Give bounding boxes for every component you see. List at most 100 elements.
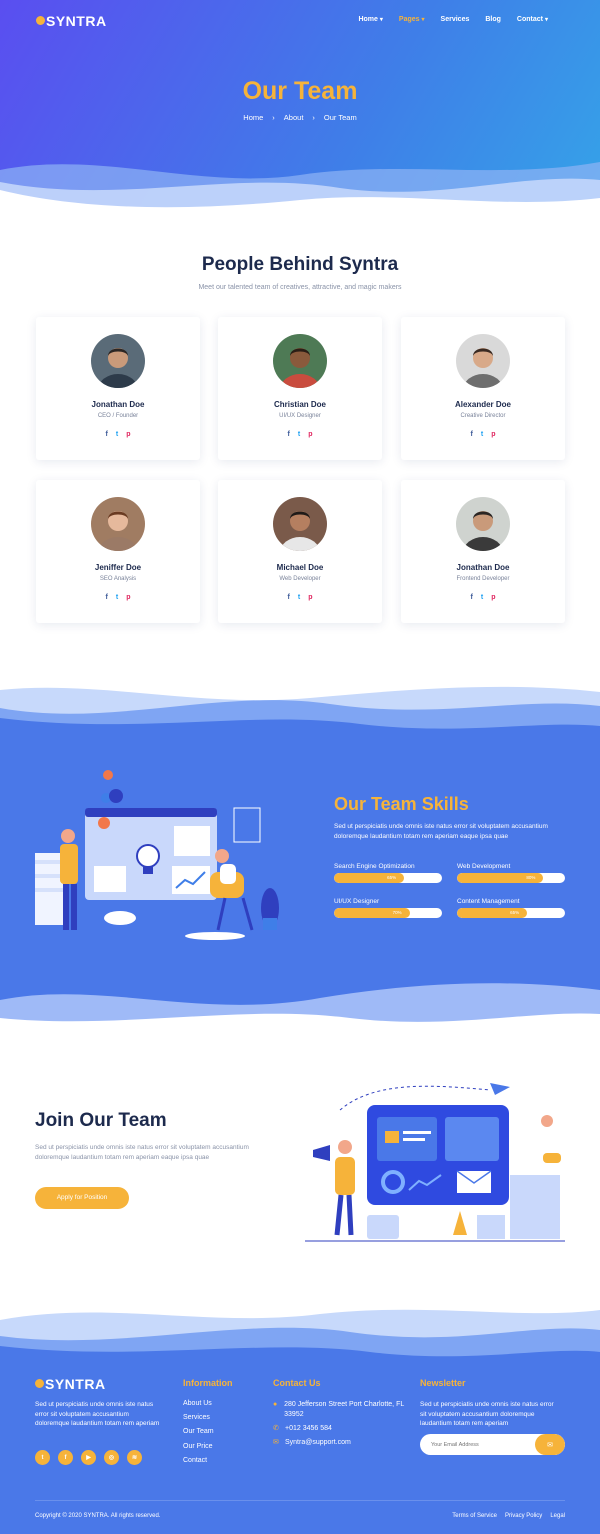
- logo-mark-icon: [36, 15, 45, 25]
- chevron-down-icon: ▾: [379, 17, 383, 23]
- team-member-card: Michael Doe Web Developer f t p: [218, 480, 382, 623]
- breadcrumb-about[interactable]: About: [284, 113, 304, 122]
- facebook-icon[interactable]: f: [471, 431, 473, 438]
- twitter-icon[interactable]: t: [298, 594, 300, 601]
- rss-icon[interactable]: ≋: [127, 1450, 142, 1465]
- logo-mark-icon: [35, 1378, 44, 1388]
- member-social-links: ftp: [218, 594, 382, 601]
- contact-email[interactable]: ✉ Syntra@support.com: [273, 1438, 408, 1448]
- team-member-card: Jeniffer Doe SEO Analysis f t p: [36, 480, 200, 623]
- skill-progress-bar: 65%: [457, 908, 565, 918]
- chevron-down-icon: ▾: [421, 17, 425, 23]
- newsletter-form: ✉: [420, 1434, 565, 1455]
- avatar: [91, 497, 145, 551]
- footer-link-our-price[interactable]: Our Price: [183, 1443, 214, 1457]
- skills-title: Our Team Skills: [334, 794, 469, 814]
- join-description: Sed ut perspiciatis unde omnis iste natu…: [35, 1144, 249, 1161]
- pinterest-icon[interactable]: p: [126, 431, 130, 438]
- member-role: Creative Director: [460, 413, 506, 419]
- member-social-links: ftp: [401, 594, 565, 601]
- footer-contact-title: Contact Us: [273, 1378, 321, 1388]
- nav-item-services[interactable]: Services: [441, 16, 470, 23]
- nav-item-pages[interactable]: Pages ▾: [399, 16, 425, 23]
- instagram-icon[interactable]: ◎: [104, 1450, 119, 1465]
- contact-phone[interactable]: ✆ +012 3456 584: [273, 1424, 408, 1434]
- footer-link-our-team[interactable]: Our Team: [183, 1428, 214, 1442]
- member-role: SEO Analysis: [99, 576, 137, 582]
- nav-item-blog[interactable]: Blog: [485, 16, 501, 23]
- footer-about-text: Sed ut perspiciatis unde omnis iste natu…: [35, 1401, 160, 1427]
- breadcrumb-home[interactable]: Home: [243, 113, 263, 122]
- facebook-icon[interactable]: f: [106, 431, 108, 438]
- footer-link-services[interactable]: Services: [183, 1414, 214, 1428]
- pinterest-icon[interactable]: p: [308, 594, 312, 601]
- team-member-card: Alexander Doe Creative Director f t p: [401, 317, 565, 460]
- team-member-card: Jonathan Doe CEO / Founder f t p: [36, 317, 200, 460]
- breadcrumb-current: Our Team: [323, 113, 357, 122]
- chevron-down-icon: ▾: [544, 17, 548, 23]
- join-title: Join Our Team: [35, 1110, 167, 1131]
- member-name: Jeniffer Doe: [94, 563, 142, 572]
- copyright-text: Copyright © 2020 SYNTRA. All rights rese…: [35, 1513, 161, 1519]
- facebook-icon[interactable]: f: [288, 594, 290, 601]
- breadcrumb: Home › About › Our Team: [0, 113, 600, 122]
- privacy-policy-link[interactable]: Privacy Policy: [505, 1513, 542, 1519]
- skill-web-development: Web Development 80%: [457, 863, 565, 883]
- member-social-links: ftp: [36, 431, 200, 438]
- facebook-icon[interactable]: f: [471, 594, 473, 601]
- breadcrumb-separator-icon: ›: [272, 113, 275, 122]
- footer-information-title: Information: [183, 1378, 233, 1388]
- skill-percent: 65%: [387, 875, 397, 880]
- apply-for-position-button[interactable]: Apply for Position: [35, 1187, 129, 1209]
- facebook-icon[interactable]: f: [288, 431, 290, 438]
- skill-label: Web Development: [457, 863, 511, 870]
- skill-label: UI/UX Designer: [334, 898, 380, 905]
- logo-text: SYNTRA: [46, 13, 107, 29]
- nav-item-contact[interactable]: Contact ▾: [517, 16, 548, 23]
- logo-text: SYNTRA: [45, 1376, 106, 1392]
- footer-legal-links: Terms of Service Privacy Policy Legal: [452, 1513, 565, 1519]
- footer-link-contact[interactable]: Contact: [183, 1457, 214, 1471]
- envelope-icon: ✉: [547, 1441, 553, 1449]
- team-skills-illustration: [35, 770, 279, 940]
- breadcrumb-separator-icon: ›: [312, 113, 315, 122]
- nav-item-home[interactable]: Home ▾: [358, 16, 382, 23]
- twitter-icon[interactable]: t: [35, 1450, 50, 1465]
- terms-of-service-link[interactable]: Terms of Service: [452, 1513, 497, 1519]
- join-team-illustration: [305, 1083, 565, 1242]
- member-social-links: ftp: [218, 431, 382, 438]
- facebook-icon[interactable]: f: [106, 594, 108, 601]
- facebook-icon[interactable]: f: [58, 1450, 73, 1465]
- member-name: Christian Doe: [273, 400, 326, 409]
- member-name: Jonathan Doe: [91, 400, 145, 409]
- member-name: Michael Doe: [276, 563, 324, 572]
- skill-percent: 70%: [392, 910, 402, 915]
- pinterest-icon[interactable]: p: [308, 431, 312, 438]
- footer-logo[interactable]: SYNTRA: [35, 1376, 106, 1392]
- member-social-links: ftp: [36, 594, 200, 601]
- skill-percent: 80%: [526, 875, 536, 880]
- member-name: Jonathan Doe: [456, 563, 510, 572]
- skill-progress-bar: 80%: [457, 873, 565, 883]
- pinterest-icon[interactable]: p: [491, 594, 495, 601]
- twitter-icon[interactable]: t: [116, 431, 118, 438]
- member-role: Web Developer: [279, 576, 321, 582]
- hero-section: SYNTRA Home ▾ Pages ▾ Services Blog Contac…: [0, 0, 600, 215]
- pinterest-icon[interactable]: p: [491, 431, 495, 438]
- team-member-card: Jonathan Doe Frontend Developer f t p: [401, 480, 565, 623]
- pinterest-icon[interactable]: p: [126, 594, 130, 601]
- footer-link-about-us[interactable]: About Us: [183, 1400, 214, 1414]
- twitter-icon[interactable]: t: [116, 594, 118, 601]
- legal-link[interactable]: Legal: [550, 1513, 565, 1519]
- logo[interactable]: SYNTRA: [36, 13, 107, 29]
- location-pin-icon: ●: [273, 1401, 278, 1408]
- twitter-icon[interactable]: t: [298, 431, 300, 438]
- twitter-icon[interactable]: t: [481, 431, 483, 438]
- footer-contact-info: ● 280 Jefferson Street Port Charlotte, FL…: [273, 1400, 408, 1452]
- newsletter-submit-button[interactable]: ✉: [535, 1434, 565, 1455]
- newsletter-email-input[interactable]: [431, 1434, 531, 1455]
- skill-progress-bar: 65%: [334, 873, 442, 883]
- skill-uiux-designer: UI/UX Designer 70%: [334, 898, 442, 918]
- twitter-icon[interactable]: t: [481, 594, 483, 601]
- youtube-icon[interactable]: ▶: [81, 1450, 96, 1465]
